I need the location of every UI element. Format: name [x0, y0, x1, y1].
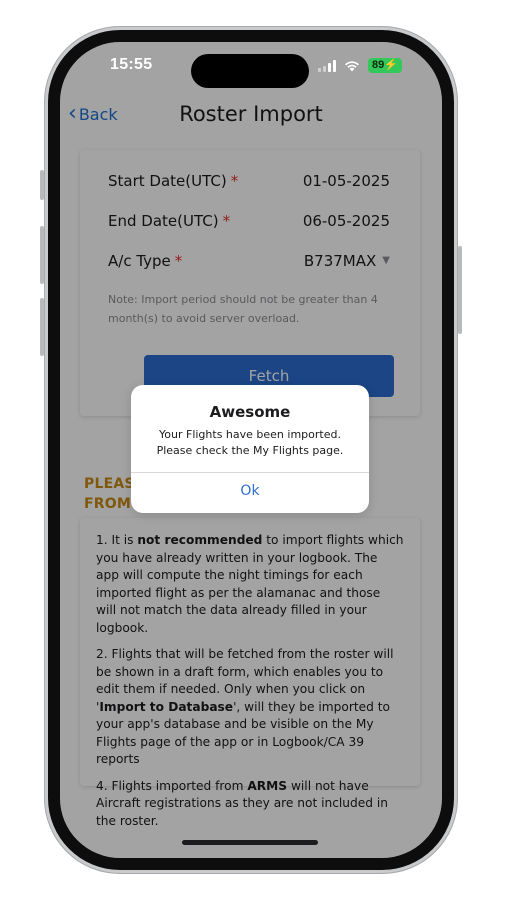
status-time: 15:55 [110, 56, 153, 73]
alert-dialog: Awesome Your Flights have been imported.… [131, 385, 369, 513]
dialog-title: Awesome [209, 403, 291, 421]
dialog-divider [131, 472, 369, 473]
power-button [458, 246, 462, 334]
battery-icon: 89⚡ [368, 58, 402, 73]
status-icons: 89⚡ [318, 58, 402, 73]
mute-switch [40, 170, 44, 200]
dialog-message: Your Flights have been imported. Please … [156, 428, 344, 457]
volume-up-button [40, 226, 44, 284]
cellular-signal-icon [318, 59, 337, 72]
dynamic-island [191, 54, 309, 88]
ok-button[interactable]: Ok [131, 483, 369, 499]
home-indicator[interactable] [182, 840, 318, 845]
phone-screen: ‹ Back Roster Import Start Date(UTC) * 01… [60, 42, 442, 858]
volume-down-button [40, 298, 44, 356]
wifi-icon [345, 60, 360, 71]
